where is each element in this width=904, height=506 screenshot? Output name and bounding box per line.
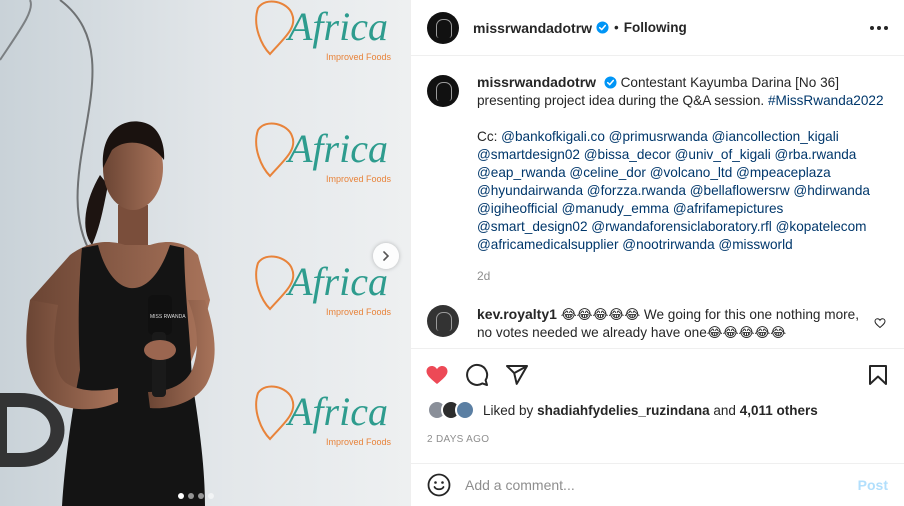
instagram-post: Africa Improved Foods Africa Improved Fo… xyxy=(0,0,904,506)
carousel-dot xyxy=(188,493,194,499)
author-avatar[interactable] xyxy=(427,11,459,44)
carousel-dot xyxy=(178,493,184,499)
comment-like-icon[interactable] xyxy=(874,317,886,329)
comment-input[interactable] xyxy=(465,477,858,493)
liker-avatars[interactable] xyxy=(427,400,475,420)
backdrop-logo-sub: Improved Foods xyxy=(326,307,392,317)
backdrop-logo-text: Africa xyxy=(285,259,388,304)
bookmark-icon[interactable] xyxy=(866,363,890,387)
caption-username[interactable]: missrwandadotrw xyxy=(477,74,596,90)
backdrop-logo-sub: Improved Foods xyxy=(326,174,392,184)
heart-icon[interactable] xyxy=(425,363,449,387)
post-sidebar: missrwandadotrw • Following missrwandado… xyxy=(410,0,904,506)
share-icon[interactable] xyxy=(505,363,529,387)
following-button[interactable]: Following xyxy=(624,20,687,35)
add-comment-bar: Post xyxy=(411,463,904,506)
liker-avatar[interactable] xyxy=(455,400,475,420)
carousel-dot xyxy=(198,493,204,499)
header-separator: • xyxy=(614,20,619,35)
comment-icon[interactable] xyxy=(465,363,489,387)
comment-item: kev.royalty1 😂😂😂😂😂 We going for this one… xyxy=(427,305,888,342)
carousel-dot xyxy=(208,493,214,499)
commenter-username[interactable]: kev.royalty1 xyxy=(477,306,557,322)
cc-tags[interactable]: @bankofkigali.co @primusrwanda @iancolle… xyxy=(477,129,870,252)
backdrop-logo-text: Africa xyxy=(285,126,388,171)
commenter-avatar[interactable] xyxy=(427,305,459,337)
comments-section[interactable]: missrwandadotrw Contestant Kayumba Darin… xyxy=(411,57,904,348)
post-comment-button[interactable]: Post xyxy=(858,477,888,493)
backdrop-logo-text: Africa xyxy=(285,4,388,49)
caption-hashtag[interactable]: #MissRwanda2022 xyxy=(768,93,884,108)
post-photo[interactable]: Africa Improved Foods Africa Improved Fo… xyxy=(0,0,410,506)
backdrop-logo-sub: Improved Foods xyxy=(326,52,392,62)
next-photo-button[interactable] xyxy=(373,243,399,269)
liked-by-user[interactable]: shadiahfydelies_ruzindana xyxy=(537,403,710,418)
mic-label: MISS RWANDA xyxy=(150,314,186,320)
caption-time: 2d xyxy=(477,269,491,283)
backdrop-logo-sub: Improved Foods xyxy=(326,437,392,447)
post-header: missrwandadotrw • Following xyxy=(411,0,904,56)
more-options-button[interactable] xyxy=(870,25,888,30)
author-username[interactable]: missrwandadotrw xyxy=(473,20,592,36)
chevron-right-icon xyxy=(383,251,390,261)
caption-avatar[interactable] xyxy=(427,75,459,107)
emoji-icon[interactable] xyxy=(427,473,451,497)
action-bar xyxy=(411,348,904,400)
liked-by-and: and xyxy=(713,402,736,418)
cc-label: Cc: xyxy=(477,129,498,144)
post-timestamp[interactable]: 2 DAYS AGO xyxy=(427,434,489,445)
likes-count[interactable]: 4,011 others xyxy=(740,403,818,418)
backdrop-logo-text: Africa xyxy=(285,389,388,434)
liked-by-label: Liked by xyxy=(483,402,534,418)
more-icon xyxy=(870,25,874,30)
photo-illustration: Africa Improved Foods Africa Improved Fo… xyxy=(0,0,410,506)
carousel-indicator xyxy=(178,493,214,499)
caption: missrwandadotrw Contestant Kayumba Darin… xyxy=(427,73,888,285)
verified-icon xyxy=(596,21,609,34)
caption-cc: Cc: @bankofkigali.co @primusrwanda @ianc… xyxy=(477,128,888,254)
likes-summary: Liked by shadiahfydelies_ruzindana and 4… xyxy=(427,400,888,420)
verified-icon xyxy=(604,76,617,89)
